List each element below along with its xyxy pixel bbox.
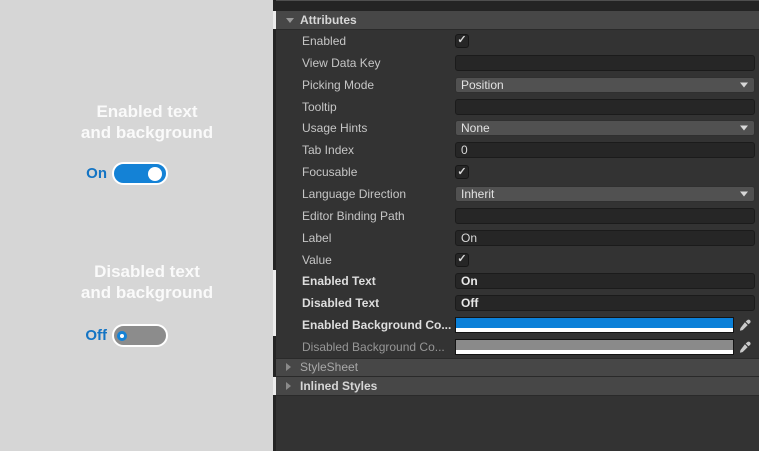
foldout-collapsed-icon <box>286 381 291 390</box>
enabled-background-color-field[interactable] <box>455 317 755 334</box>
field-label: Disabled Background Co... <box>302 339 445 354</box>
chevron-down-icon <box>740 125 748 131</box>
heading-line: Enabled text <box>96 102 198 121</box>
chevron-down-icon <box>740 191 748 197</box>
attr-row-enabled-text: Enabled Text On <box>273 270 759 293</box>
color-swatch[interactable] <box>455 338 734 355</box>
usage-hints-dropdown[interactable]: None <box>455 120 755 137</box>
disabled-background-color-field[interactable] <box>455 338 755 355</box>
attr-row-enabled: Enabled ✓ <box>276 30 759 52</box>
field-label: Label <box>302 230 332 245</box>
picking-mode-dropdown[interactable]: Position <box>455 76 755 93</box>
field-label: Editor Binding Path <box>302 208 405 223</box>
inspector-empty-area <box>276 395 759 451</box>
field-label: Usage Hints <box>302 121 368 136</box>
view-data-key-input[interactable] <box>455 54 755 71</box>
tab-index-input[interactable]: 0 <box>455 142 755 159</box>
field-label: Picking Mode <box>302 77 375 92</box>
toggle-switch-on[interactable] <box>112 162 168 185</box>
disabled-toggle-row: Off <box>0 324 168 347</box>
attr-row-label: Label On <box>276 227 759 249</box>
field-label: Value <box>302 252 332 267</box>
attributes-rows: Enabled ✓ View Data Key Picking Mode Pos… <box>273 30 759 358</box>
inspector-pane: Attributes Enabled ✓ View Data Key Picki… <box>273 0 759 451</box>
attr-row-value: Value ✓ <box>276 249 759 271</box>
heading-line: Disabled text <box>94 262 200 281</box>
field-label: Enabled <box>302 33 347 48</box>
field-label: Disabled Text <box>302 296 380 311</box>
enabled-toggle-row: On <box>0 162 168 185</box>
field-label: Enabled Background Co... <box>302 318 452 333</box>
check-icon: ✓ <box>457 165 467 178</box>
attr-row-disabled-background-color: Disabled Background Co... <box>276 336 759 358</box>
attr-row-editor-binding-path: Editor Binding Path <box>276 205 759 227</box>
foldout-title: Attributes <box>300 13 357 27</box>
field-value: On <box>461 230 478 245</box>
foldout-title: Inlined Styles <box>300 378 378 393</box>
color-swatch[interactable] <box>455 317 734 334</box>
field-value: On <box>461 274 478 289</box>
attr-row-usage-hints: Usage Hints None <box>276 117 759 139</box>
disabled-text-input[interactable]: Off <box>455 295 755 312</box>
dropdown-value: Inherit <box>461 186 495 201</box>
field-label: Language Direction <box>302 186 407 201</box>
attr-row-tab-index: Tab Index 0 <box>276 139 759 161</box>
editor-binding-path-input[interactable] <box>455 207 755 224</box>
chevron-down-icon <box>740 82 748 88</box>
foldout-expanded-icon <box>286 17 294 23</box>
disabled-preview-heading: Disabled text and background <box>21 261 273 303</box>
field-label: Tab Index <box>302 143 355 158</box>
enabled-text-input[interactable]: On <box>455 273 755 290</box>
focusable-checkbox[interactable]: ✓ <box>455 165 469 180</box>
switch-knob <box>117 330 127 341</box>
enabled-checkbox[interactable]: ✓ <box>455 33 469 48</box>
attr-row-disabled-text: Disabled Text Off <box>273 292 759 315</box>
label-input[interactable]: On <box>455 229 755 246</box>
foldout-title: StyleSheet <box>300 360 359 375</box>
value-checkbox[interactable]: ✓ <box>455 252 469 267</box>
screenshot-root: Enabled text and background On Disabled … <box>0 0 759 451</box>
field-label: Enabled Text <box>302 274 376 289</box>
check-icon: ✓ <box>457 253 467 266</box>
attr-row-focusable: Focusable ✓ <box>276 161 759 183</box>
attributes-foldout-header[interactable]: Attributes <box>273 11 759 30</box>
inspector-top-strip <box>276 0 759 11</box>
eyedropper-icon[interactable] <box>734 319 755 331</box>
attr-row-picking-mode: Picking Mode Position <box>276 74 759 96</box>
attr-row-enabled-background-color: Enabled Background Co... <box>273 314 759 336</box>
stylesheet-foldout-header[interactable]: StyleSheet <box>276 357 759 377</box>
tooltip-input[interactable] <box>455 98 755 115</box>
field-label: View Data Key <box>302 55 381 70</box>
alpha-bar <box>456 328 733 333</box>
dropdown-value: None <box>461 121 490 136</box>
attr-row-tooltip: Tooltip <box>276 96 759 118</box>
check-icon: ✓ <box>457 34 467 47</box>
field-label: Tooltip <box>302 99 337 114</box>
dropdown-value: Position <box>461 77 504 92</box>
eyedropper-icon[interactable] <box>734 341 755 353</box>
heading-line: and background <box>80 123 214 142</box>
foldout-collapsed-icon <box>286 363 291 372</box>
field-value: Off <box>461 296 479 311</box>
heading-line: and background <box>80 283 214 302</box>
field-label: Focusable <box>302 165 358 180</box>
preview-pane: Enabled text and background On Disabled … <box>0 0 273 451</box>
toggle-switch-off[interactable] <box>112 324 168 347</box>
language-direction-dropdown[interactable]: Inherit <box>455 185 755 202</box>
toggle-off-label: Off <box>85 327 107 344</box>
enabled-preview-heading: Enabled text and background <box>21 101 273 143</box>
toggle-on-label: On <box>86 165 107 182</box>
attr-row-view-data-key: View Data Key <box>276 52 759 74</box>
inlined-styles-foldout-header[interactable]: Inlined Styles <box>273 376 759 396</box>
switch-knob <box>148 166 162 181</box>
attr-row-language-direction: Language Direction Inherit <box>276 183 759 205</box>
alpha-bar <box>456 349 733 354</box>
field-value: 0 <box>461 143 468 158</box>
